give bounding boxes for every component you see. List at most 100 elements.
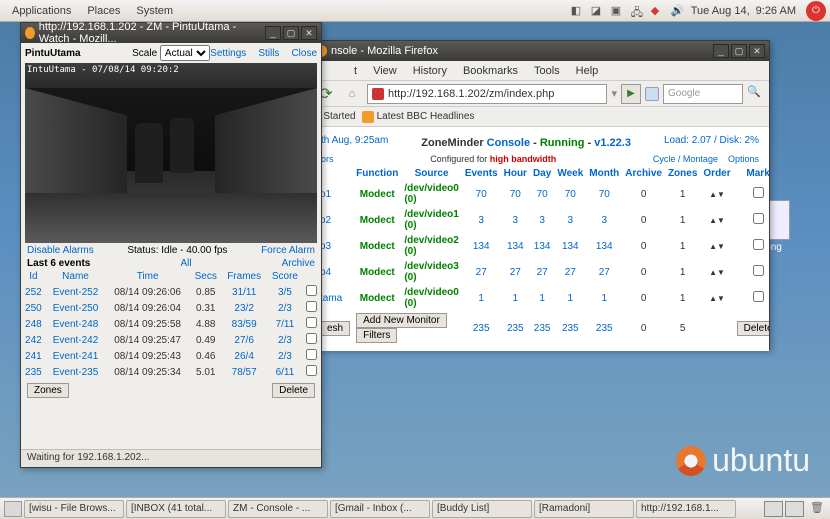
- mark-checkbox[interactable]: [753, 291, 764, 302]
- menu-history[interactable]: History: [405, 63, 455, 79]
- clock-time[interactable]: 9:26 AM: [756, 5, 796, 17]
- taskbar-item[interactable]: [Ramadoni]: [534, 500, 634, 518]
- order-arrows[interactable]: ▲▼: [700, 259, 733, 285]
- updates-icon[interactable]: ◆: [651, 4, 665, 18]
- taskbar-item[interactable]: [Gmail - Inbox (...: [330, 500, 430, 518]
- search-box[interactable]: Google: [663, 84, 743, 104]
- taskbar-item[interactable]: [Buddy List]: [432, 500, 532, 518]
- event-name[interactable]: Event-250: [53, 303, 99, 314]
- source-cell[interactable]: /dev/video2 (0): [401, 233, 461, 259]
- show-desktop-button[interactable]: [4, 501, 22, 517]
- titlebar[interactable]: http://192.168.1.202 - ZM - PintuUtama -…: [21, 23, 321, 43]
- event-name[interactable]: Event-252: [53, 287, 99, 298]
- delete-button[interactable]: Delete: [272, 383, 315, 398]
- delete-button[interactable]: Delete: [737, 321, 769, 336]
- event-name[interactable]: Event-242: [53, 335, 99, 346]
- event-checkbox[interactable]: [306, 333, 317, 344]
- minimize-button[interactable]: _: [713, 44, 729, 58]
- scale-select[interactable]: Actual: [160, 45, 210, 61]
- tray-icon[interactable]: ▣: [611, 4, 625, 18]
- titlebar[interactable]: nsole - Mozilla Firefox _ ▢ ✕: [311, 41, 769, 61]
- event-id[interactable]: 241: [25, 351, 42, 362]
- menu-tools[interactable]: Tools: [526, 63, 568, 79]
- maximize-button[interactable]: ▢: [731, 44, 747, 58]
- monitor-link[interactable]: tama: [320, 293, 342, 304]
- version-link[interactable]: v1.22.3: [594, 137, 631, 149]
- dropdown-icon[interactable]: ▾: [611, 87, 617, 100]
- home-button[interactable]: ⌂: [341, 83, 363, 105]
- bookmark-item[interactable]: Latest BBC Headlines: [362, 111, 475, 123]
- volume-icon[interactable]: 🔊: [671, 4, 685, 18]
- tray-icon[interactable]: ◪: [591, 4, 605, 18]
- timestamp-link[interactable]: th Aug, 9:25am: [321, 135, 388, 151]
- refresh-button[interactable]: esh: [320, 321, 350, 336]
- event-name[interactable]: Event-235: [53, 367, 99, 378]
- event-id[interactable]: 252: [25, 287, 42, 298]
- mark-checkbox[interactable]: [753, 213, 764, 224]
- mark-checkbox[interactable]: [753, 239, 764, 250]
- function-cell[interactable]: Modect: [353, 181, 401, 207]
- close-button[interactable]: ✕: [301, 26, 317, 40]
- cycle-montage-link[interactable]: Cycle / Montage: [653, 154, 718, 164]
- order-arrows[interactable]: ▲▼: [700, 207, 733, 233]
- tray-icon[interactable]: ◧: [571, 4, 585, 18]
- menu-item[interactable]: t: [346, 63, 365, 79]
- event-checkbox[interactable]: [306, 349, 317, 360]
- search-icon[interactable]: 🔍: [747, 85, 765, 103]
- mark-checkbox[interactable]: [753, 265, 764, 276]
- function-cell[interactable]: Modect: [353, 259, 401, 285]
- monitors-link[interactable]: ors: [321, 154, 334, 164]
- event-id[interactable]: 248: [25, 319, 42, 330]
- disable-alarms-link[interactable]: Disable Alarms: [27, 245, 94, 256]
- maximize-button[interactable]: ▢: [283, 26, 299, 40]
- order-arrows[interactable]: ▲▼: [700, 181, 733, 207]
- function-cell[interactable]: Modect: [353, 285, 401, 311]
- clock-day[interactable]: Tue Aug 14,: [691, 5, 750, 17]
- network-icon[interactable]: 🖧: [631, 4, 645, 18]
- settings-link[interactable]: Settings: [210, 48, 246, 59]
- event-checkbox[interactable]: [306, 301, 317, 312]
- event-checkbox[interactable]: [306, 317, 317, 328]
- total-events[interactable]: 235: [473, 323, 490, 334]
- workspace-switcher[interactable]: [764, 501, 804, 517]
- all-link[interactable]: All: [180, 258, 191, 269]
- menu-bookmarks[interactable]: Bookmarks: [455, 63, 526, 79]
- menu-applications[interactable]: Applications: [4, 3, 79, 19]
- go-button[interactable]: ▶: [621, 84, 641, 104]
- menu-help[interactable]: Help: [568, 63, 607, 79]
- event-id[interactable]: 250: [25, 303, 42, 314]
- close-button[interactable]: ✕: [749, 44, 765, 58]
- event-id[interactable]: 235: [25, 367, 42, 378]
- minimize-button[interactable]: _: [265, 26, 281, 40]
- event-name[interactable]: Event-248: [53, 319, 99, 330]
- order-arrows[interactable]: ▲▼: [700, 233, 733, 259]
- source-cell[interactable]: /dev/video1 (0): [401, 207, 461, 233]
- menu-system[interactable]: System: [128, 3, 181, 19]
- function-cell[interactable]: Modect: [353, 233, 401, 259]
- event-id[interactable]: 242: [25, 335, 42, 346]
- event-name[interactable]: Event-241: [53, 351, 99, 362]
- trash-icon[interactable]: 🗑: [810, 501, 826, 517]
- taskbar-item[interactable]: http://192.168.1...: [636, 500, 736, 518]
- event-checkbox[interactable]: [306, 285, 317, 296]
- taskbar-item[interactable]: [wisu - File Brows...: [24, 500, 124, 518]
- force-alarm-link[interactable]: Force Alarm: [261, 245, 315, 256]
- event-checkbox[interactable]: [306, 365, 317, 376]
- console-link[interactable]: Console: [487, 137, 530, 149]
- function-cell[interactable]: Modect: [353, 207, 401, 233]
- taskbar-item[interactable]: ZM - Console - ...: [228, 500, 328, 518]
- taskbar-item[interactable]: [INBOX (41 total...: [126, 500, 226, 518]
- source-cell[interactable]: /dev/video3 (0): [401, 259, 461, 285]
- source-cell[interactable]: /dev/video0 (0): [401, 285, 461, 311]
- filters-button[interactable]: Filters: [356, 328, 397, 343]
- mark-checkbox[interactable]: [753, 187, 764, 198]
- bandwidth-link[interactable]: high bandwidth: [490, 154, 557, 164]
- zones-button[interactable]: Zones: [27, 383, 69, 398]
- stills-link[interactable]: Stills: [258, 48, 279, 59]
- order-arrows[interactable]: ▲▼: [700, 285, 733, 311]
- url-bar[interactable]: http://192.168.1.202/zm/index.php: [367, 84, 607, 104]
- archive-link[interactable]: Archive: [282, 258, 315, 269]
- menu-places[interactable]: Places: [79, 3, 128, 19]
- add-monitor-button[interactable]: Add New Monitor: [356, 313, 447, 328]
- menu-view[interactable]: View: [365, 63, 405, 79]
